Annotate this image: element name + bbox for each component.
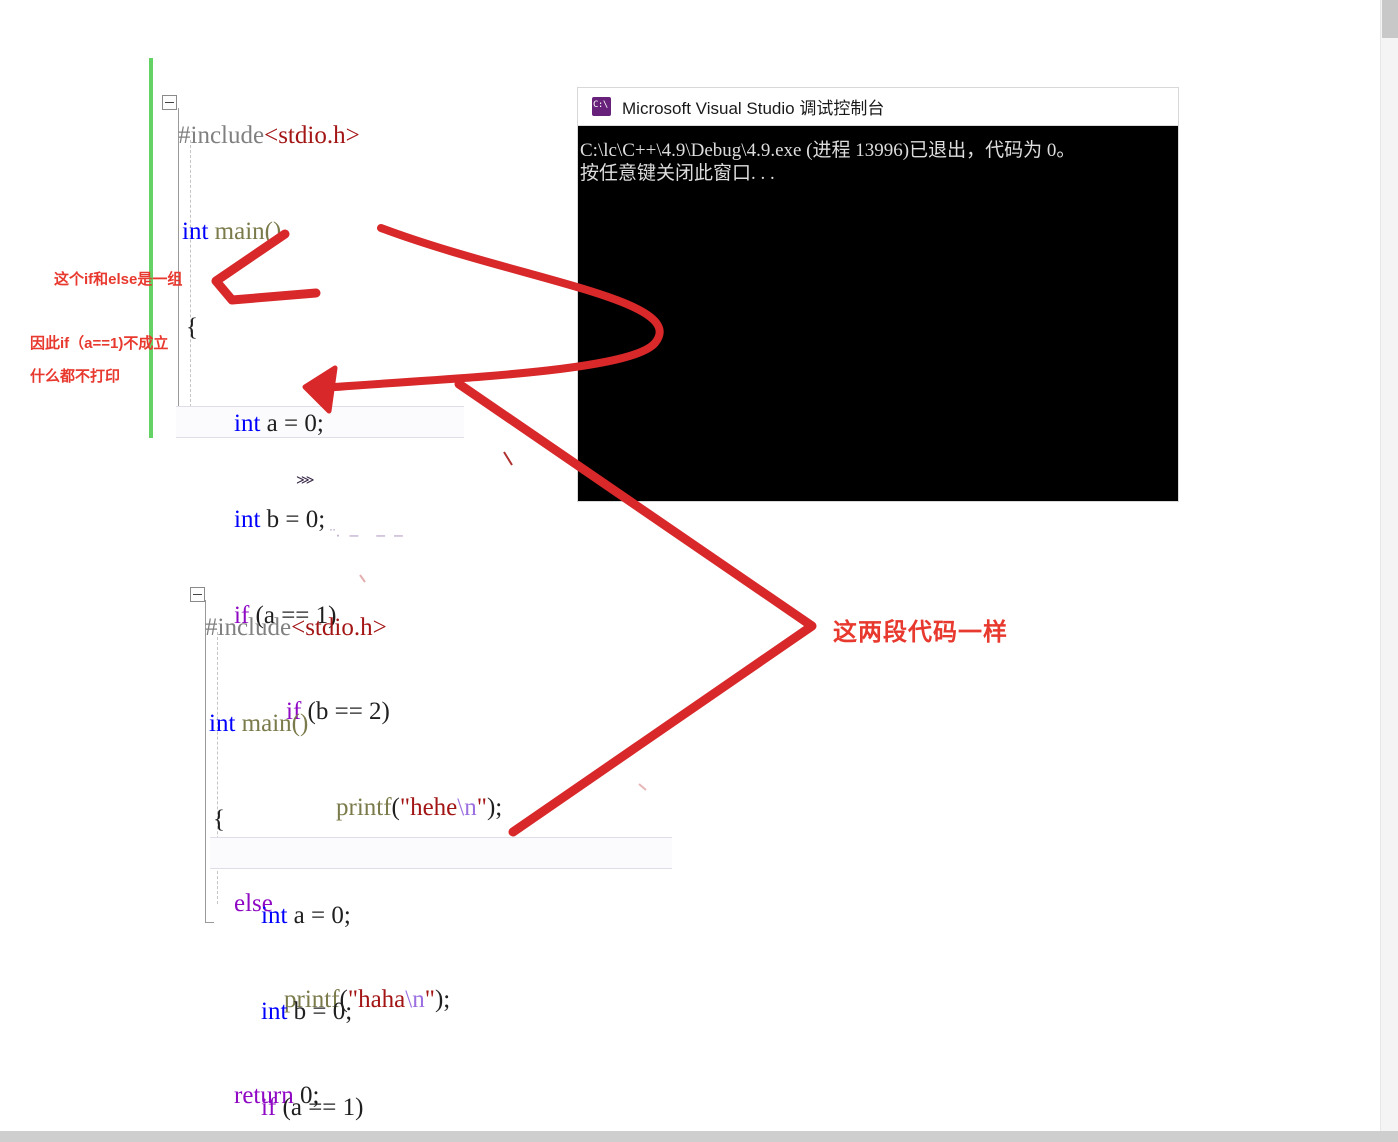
token-brace: {	[213, 806, 225, 833]
code-line[interactable]: #include<stdio.h>	[205, 612, 529, 644]
token-type: int	[234, 410, 261, 437]
console-title-text: Microsoft Visual Studio 调试控制台	[622, 99, 885, 118]
code-line[interactable]: if (a == 1)	[205, 1092, 529, 1124]
code-line[interactable]: int main()	[205, 708, 529, 740]
code-line[interactable]: int b = 0;	[205, 996, 529, 1028]
token-condition: (a == 1)	[276, 1094, 364, 1121]
code-line[interactable]: int a = 0;	[205, 900, 529, 932]
token-preprocessor: #include	[205, 614, 292, 641]
token-decl: b = 0;	[287, 998, 353, 1025]
token-decl: a = 0;	[287, 902, 351, 929]
collapse-toggle-top[interactable]	[162, 95, 177, 110]
partial-text-artifact: ¨· – – –	[330, 527, 403, 544]
vertical-scrollbar[interactable]	[1380, 0, 1398, 1132]
code-line[interactable]: int a = 0;	[178, 408, 502, 440]
token-decl: a = 0;	[260, 410, 324, 437]
token-keyword-if: if	[261, 1094, 277, 1121]
token-header: <stdio.h>	[264, 122, 360, 149]
code-line[interactable]: {	[205, 804, 529, 836]
bottom-bar	[0, 1131, 1398, 1142]
token-decl: b = 0;	[260, 506, 326, 533]
token-type: int	[182, 218, 209, 245]
stray-glyph-artifact: ⋙	[296, 472, 315, 487]
token-header: <stdio.h>	[291, 614, 387, 641]
screenshot-root: #include<stdio.h> int main() { int a = 0…	[0, 0, 1398, 1142]
token-type: int	[234, 506, 261, 533]
collapse-toggle-bottom[interactable]	[190, 587, 205, 602]
token-preprocessor: #include	[178, 122, 265, 149]
token-brace: {	[186, 314, 198, 341]
token-type: int	[261, 902, 288, 929]
change-bar-top	[149, 58, 153, 438]
annotation-note-1: 这个if和else是一组	[54, 271, 183, 288]
debug-console-window[interactable]: Microsoft Visual Studio 调试控制台 C:\lc\C++\…	[578, 88, 1178, 501]
token-function-name: main()	[235, 710, 309, 737]
code-line[interactable]: int main()	[178, 216, 502, 248]
code-line[interactable]: #include<stdio.h>	[178, 120, 502, 152]
annotation-note-2: 因此if（a==1)不成立	[30, 335, 169, 352]
annotation-note-4: 这两段代码一样	[833, 619, 1008, 646]
code-line[interactable]: {	[178, 312, 502, 344]
token-type: int	[209, 710, 236, 737]
token-function-name: main()	[208, 218, 282, 245]
stray-tick-3	[638, 783, 647, 791]
stray-tick-1	[503, 451, 513, 466]
vertical-scrollbar-thumb[interactable]	[1382, 0, 1398, 38]
console-output-line-2: 按任意键关闭此窗口. . .	[580, 163, 775, 184]
console-output-line-1: C:\lc\C++\4.9\Debug\4.9.exe (进程 13996)已退…	[580, 140, 1076, 161]
console-title-bar[interactable]: Microsoft Visual Studio 调试控制台	[578, 88, 1178, 126]
console-app-icon	[592, 97, 611, 116]
annotation-note-3: 什么都不打印	[30, 368, 121, 385]
token-type: int	[261, 998, 288, 1025]
console-output: C:\lc\C++\4.9\Debug\4.9.exe (进程 13996)已退…	[578, 126, 1178, 501]
